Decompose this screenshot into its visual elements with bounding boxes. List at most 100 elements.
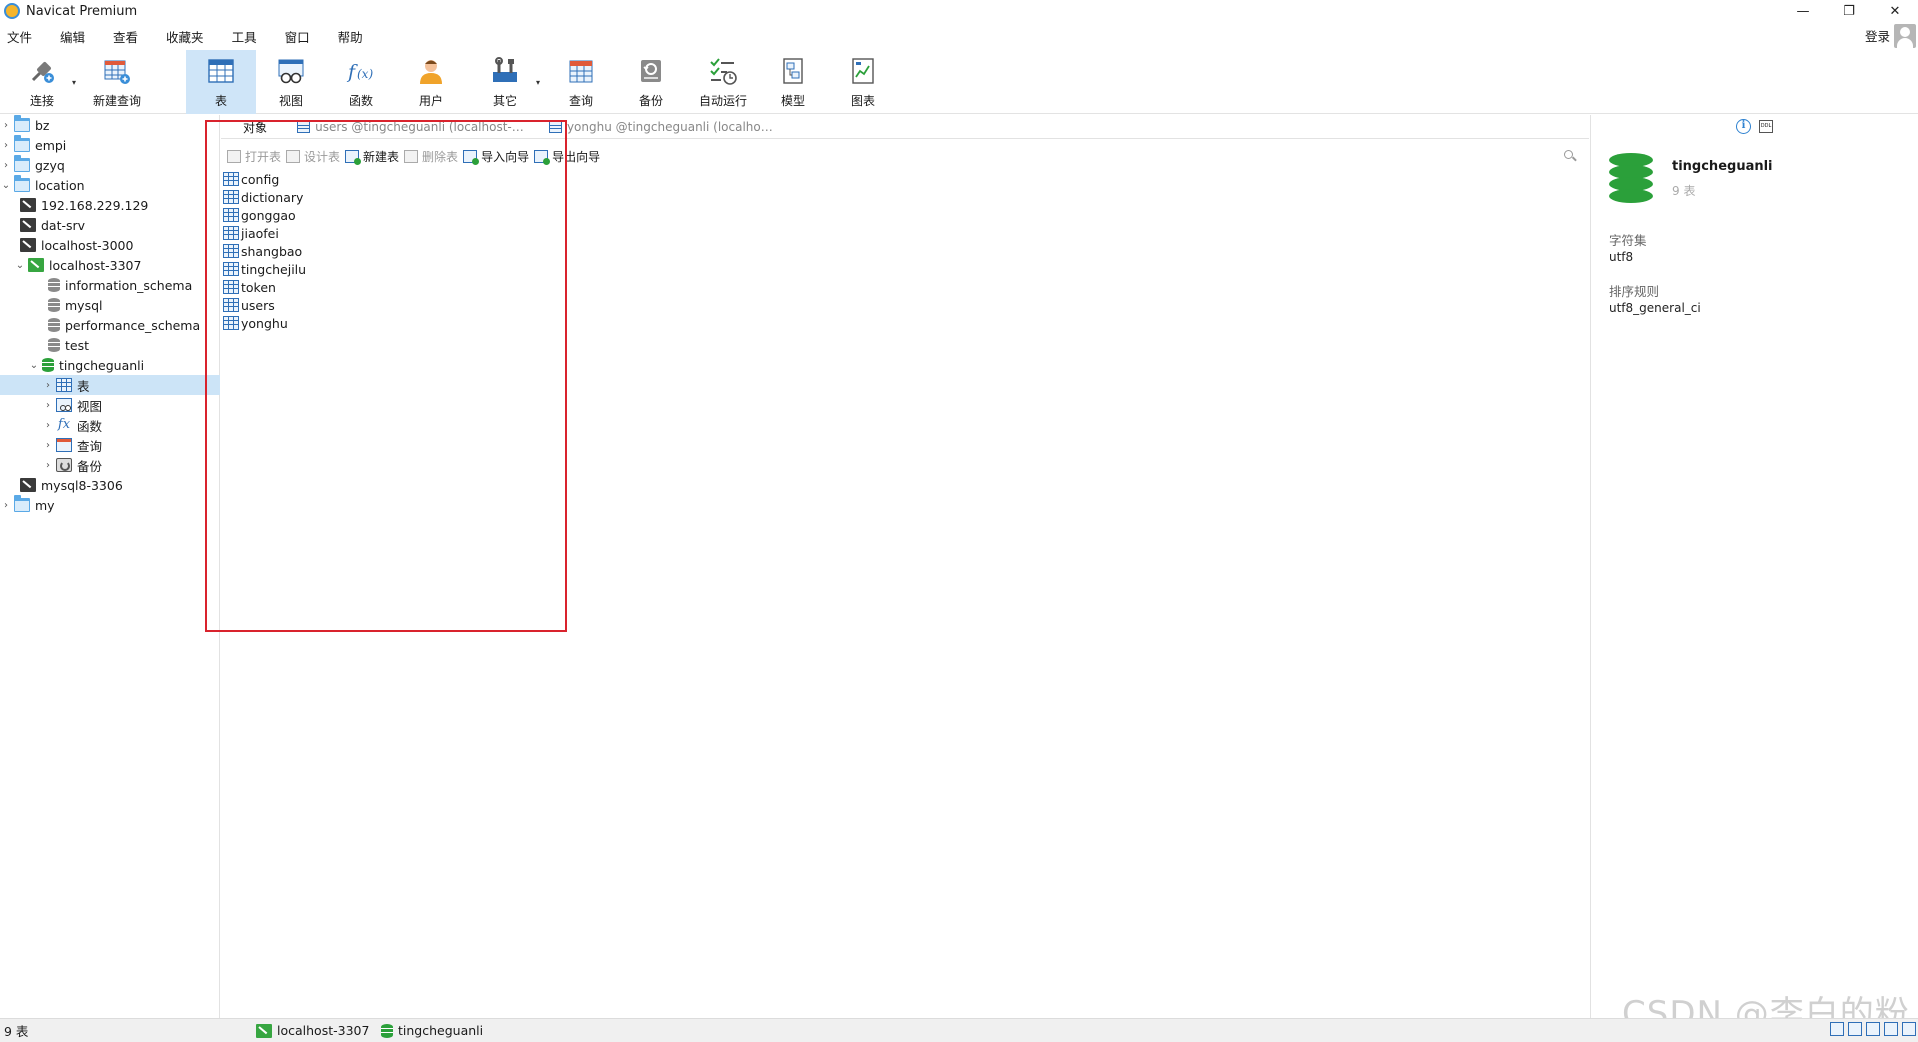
info-pane-toggle-icon[interactable] [1884,1022,1898,1036]
chart-label: 图表 [850,94,875,108]
list-item[interactable]: gonggao [222,206,522,224]
close-button[interactable]: ✕ [1872,0,1918,22]
expand-chevron-icon[interactable]: › [42,380,54,391]
expand-chevron-icon[interactable]: › [42,440,54,451]
tree-item-queries[interactable]: › 查询 [0,435,220,455]
tree-item-backups[interactable]: › 备份 [0,455,220,475]
expand-chevron-icon[interactable]: › [0,120,12,131]
search-icon[interactable] [1564,150,1576,162]
tree-item-connection[interactable]: 192.168.229.129 [0,195,220,215]
import-wizard-button[interactable]: 导入向导 [463,148,529,165]
list-view-icon[interactable] [1830,1022,1844,1036]
tree-item-label: information_schema [65,277,193,293]
collapse-chevron-icon[interactable]: ⌄ [28,360,40,371]
tree-item-connection[interactable]: dat-srv [0,215,220,235]
menu-edit[interactable]: 编辑 [52,27,93,46]
ddl-icon[interactable]: DDL [1759,120,1773,133]
list-item[interactable]: config [222,170,522,188]
user-avatar-icon[interactable] [1894,24,1916,48]
login-link[interactable]: 登录 [1865,26,1890,45]
expand-chevron-icon[interactable]: › [42,460,54,471]
connect-dropdown-icon[interactable]: ▾ [72,78,76,87]
tab-bar: 对象 users @tingcheguanli (localhost-330..… [221,115,1589,139]
menu-favorites[interactable]: 收藏夹 [158,27,212,46]
mysql-connection-open-icon [256,1023,272,1038]
detail-view-icon[interactable] [1848,1022,1862,1036]
new-table-button[interactable]: 新建表 [345,148,399,165]
tree-item-database[interactable]: mysql [0,295,220,315]
list-item[interactable]: shangbao [222,242,522,260]
new-query-label: 新建查询 [92,94,141,108]
delete-table-button[interactable]: 删除表 [404,148,458,165]
list-item[interactable]: jiaofei [222,224,522,242]
table-icon [206,56,236,86]
menu-help[interactable]: 帮助 [330,27,371,46]
table-icon [297,121,311,133]
list-item[interactable]: yonghu [222,314,522,332]
new-table-label: 新建表 [363,149,400,164]
tree-item-gzyq[interactable]: › gzyq [0,155,220,175]
new-query-button[interactable]: 新建查询 [86,50,148,114]
tree-item-localhost-3307[interactable]: ⌄ localhost-3307 [0,255,220,275]
restore-button[interactable]: ❐ [1826,0,1872,22]
window-title: Navicat Premium [26,3,138,19]
main-toolbar: 连接 ▾ 新建查询 表 视图 f (x) 函数 用户 其它 ▾ 查询 备份 自动… [0,50,1918,114]
table-name: dictionary [241,189,304,205]
table-icon [56,378,72,392]
tree-item-tables[interactable]: › 表 [0,375,220,395]
tree-item-database[interactable]: performance_schema [0,315,220,335]
tree-item-my[interactable]: › my [0,495,220,515]
user-button[interactable]: 用户 [402,50,460,114]
info-icon[interactable]: i [1736,119,1751,134]
list-item[interactable]: token [222,278,522,296]
expand-chevron-icon[interactable]: › [0,500,12,511]
menu-tools[interactable]: 工具 [224,27,265,46]
backup-button[interactable]: 备份 [622,50,680,114]
menu-view[interactable]: 查看 [105,27,146,46]
tab-yonghu-table[interactable]: yonghu @tingcheguanli (localhost-3... [539,116,785,138]
tab-objects[interactable]: 对象 [221,116,287,138]
collapse-chevron-icon[interactable]: ⌄ [0,180,12,191]
export-wizard-button[interactable]: 导出向导 [534,148,600,165]
chart-button[interactable]: 图表 [834,50,892,114]
expand-chevron-icon[interactable]: › [0,160,12,171]
tree-item-database[interactable]: test [0,335,220,355]
list-item[interactable]: tingchejilu [222,260,522,278]
collapse-chevron-icon[interactable]: ⌄ [14,260,26,271]
er-diagram-view-icon[interactable] [1866,1022,1880,1036]
other-button[interactable]: 其它 ▾ [476,50,540,114]
minimize-button[interactable]: — [1780,0,1826,22]
mysql-connection-icon [20,218,36,232]
tree-item-connection[interactable]: localhost-3000 [0,235,220,255]
model-button[interactable]: 模型 [764,50,822,114]
tree-item-label: tingcheguanli [59,357,145,373]
connect-button[interactable]: 连接 ▾ [14,50,76,114]
tree-item-location[interactable]: ⌄ location [0,175,220,195]
tree-item-empi[interactable]: › empi [0,135,220,155]
expand-chevron-icon[interactable]: › [42,420,54,431]
other-dropdown-icon[interactable]: ▾ [536,78,540,87]
tree-item-functions[interactable]: › fx 函数 [0,415,220,435]
menu-window[interactable]: 窗口 [277,27,318,46]
function-button[interactable]: f (x) 函数 [332,50,390,114]
list-item[interactable]: users [222,296,522,314]
tree-item-tingcheguanli[interactable]: ⌄ tingcheguanli [0,355,220,375]
automation-button[interactable]: 自动运行 [692,50,754,114]
query-button[interactable]: 查询 [552,50,610,114]
list-item[interactable]: dictionary [222,188,522,206]
tree-item-label: location [35,177,85,193]
design-table-button[interactable]: 设计表 [286,148,340,165]
tree-item-database[interactable]: information_schema [0,275,220,295]
menu-file[interactable]: 文件 [0,27,40,46]
table-button[interactable]: 表 [186,50,256,114]
split-pane-toggle-icon[interactable] [1902,1022,1916,1036]
tab-users-table[interactable]: users @tingcheguanli (localhost-330... [287,116,539,138]
tree-item-connection[interactable]: mysql8-3306 [0,475,220,495]
expand-chevron-icon[interactable]: › [42,400,54,411]
open-table-button[interactable]: 打开表 [227,148,281,165]
tree-item-bz[interactable]: › bz [0,115,220,135]
tree-item-views[interactable]: › 视图 [0,395,220,415]
view-button[interactable]: 视图 [262,50,320,114]
export-wizard-label: 导出向导 [552,149,601,164]
expand-chevron-icon[interactable]: › [0,140,12,151]
